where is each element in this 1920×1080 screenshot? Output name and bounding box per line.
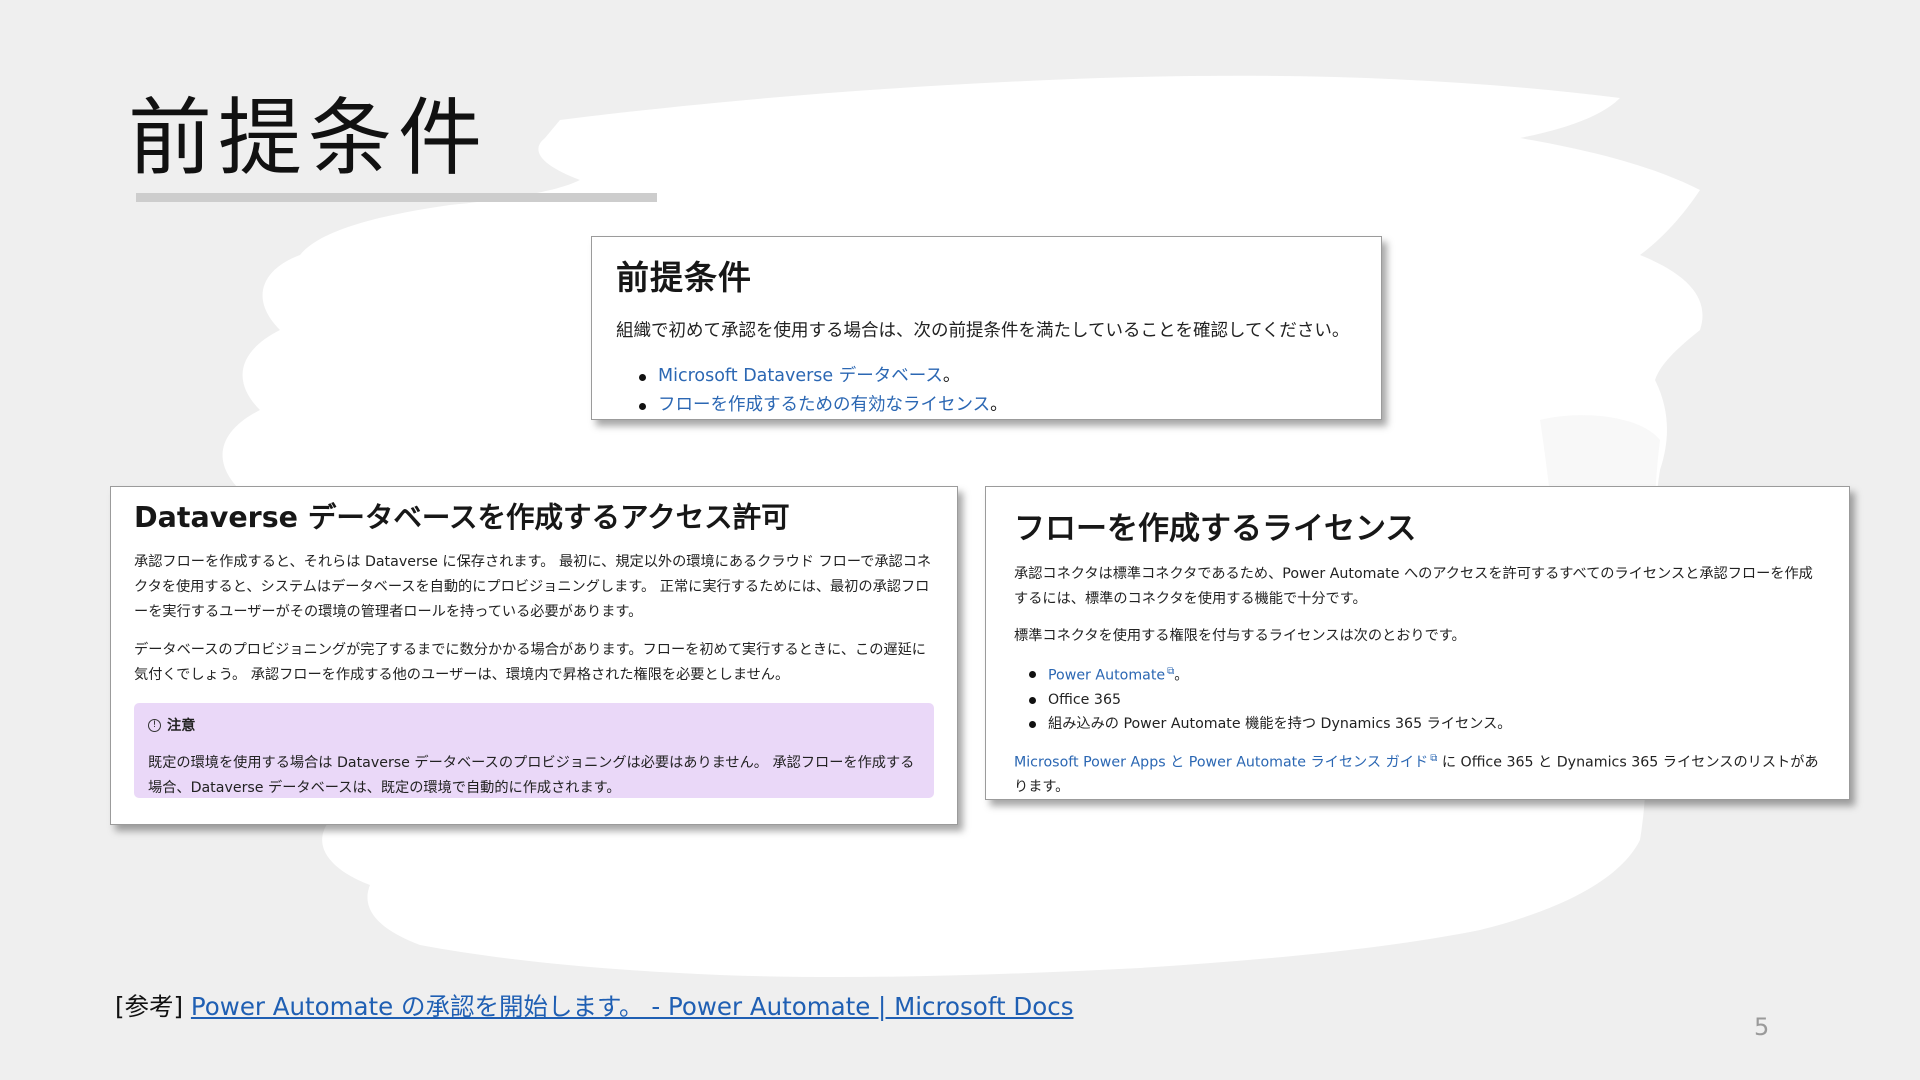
reference-line: [参考] Power Automate の承認を開始します。 - Power A… bbox=[115, 988, 1073, 1023]
dataverse-permission-screenshot-card: Dataverse データベースを作成するアクセス許可 承認フローを作成すると、… bbox=[110, 486, 958, 825]
note-label: 注意 bbox=[167, 718, 196, 734]
list-item-text: 組み込みの Power Automate 機能を持つ Dynamics 365 … bbox=[1048, 715, 1512, 732]
note-header: ! 注意 bbox=[148, 715, 920, 735]
list-item-suffix: 。 bbox=[942, 366, 961, 386]
license-guide-paragraph: Microsoft Power Apps と Power Automate ライ… bbox=[1014, 746, 1821, 801]
prerequisites-intro: 組織で初めて承認を使用する場合は、次の前提条件を満たしていることを確認してくださ… bbox=[616, 321, 1350, 341]
list-item: Office 365 bbox=[1029, 688, 1821, 712]
list-item-suffix: 。 bbox=[990, 395, 1008, 415]
license-guide-link[interactable]: Microsoft Power Apps と Power Automate ライ… bbox=[1014, 754, 1428, 770]
reference-docs-link[interactable]: Power Automate の承認を開始します。 - Power Automa… bbox=[191, 992, 1074, 1021]
list-item: Power Automate ⧉。 bbox=[1029, 660, 1821, 688]
prerequisites-screenshot-card: 前提条件 組織で初めて承認を使用する場合は、次の前提条件を満たしていることを確認… bbox=[591, 236, 1382, 420]
dataverse-paragraph-1: 承認フローを作成すると、それらは Dataverse に保存されます。 最初に、… bbox=[134, 554, 932, 620]
license-list: Power Automate ⧉。 Office 365 組み込みの Power … bbox=[1014, 660, 1821, 736]
dataverse-permission-heading: Dataverse データベースを作成するアクセス許可 bbox=[134, 501, 790, 534]
license-heading: フローを作成するライセンス bbox=[1014, 511, 1417, 547]
note-body: 既定の環境を使用する場合は Dataverse データベースのプロビジョニングは… bbox=[148, 755, 915, 796]
list-item-suffix: 。 bbox=[1174, 667, 1189, 684]
note-callout: ! 注意 既定の環境を使用する場合は Dataverse データベースのプロビジ… bbox=[134, 703, 934, 798]
reference-prefix: [参考] bbox=[115, 992, 191, 1021]
license-paragraph-1: 承認コネクタは標準コネクタであるため、Power Automate へのアクセス… bbox=[1014, 566, 1813, 607]
dataverse-paragraph-2: データベースのプロビジョニングが完了するまでに数分かかる場合があります。フローを… bbox=[134, 642, 926, 683]
list-item: フローを作成するための有効なライセンス。 bbox=[639, 391, 1357, 420]
info-icon: ! bbox=[148, 718, 161, 732]
page-number: 5 bbox=[1754, 1013, 1770, 1041]
valid-license-link[interactable]: フローを作成するための有効なライセンス bbox=[658, 395, 990, 415]
prerequisites-list: Microsoft Dataverse データベース。 フローを作成するための有… bbox=[616, 362, 1357, 420]
list-item-text: Office 365 bbox=[1048, 691, 1122, 708]
slide-title: 前提条件 bbox=[128, 89, 489, 187]
list-item: 組み込みの Power Automate 機能を持つ Dynamics 365 … bbox=[1029, 712, 1821, 736]
license-screenshot-card: フローを作成するライセンス 承認コネクタは標準コネクタであるため、Power A… bbox=[985, 486, 1850, 800]
power-automate-link[interactable]: Power Automate bbox=[1048, 668, 1165, 684]
license-paragraph-2: 標準コネクタを使用する権限を付与するライセンスは次のとおりです。 bbox=[1014, 628, 1466, 644]
title-underline bbox=[136, 193, 657, 202]
list-item: Microsoft Dataverse データベース。 bbox=[639, 362, 1357, 391]
dataverse-database-link[interactable]: Microsoft Dataverse データベース bbox=[658, 366, 943, 386]
prerequisites-heading: 前提条件 bbox=[616, 258, 752, 297]
